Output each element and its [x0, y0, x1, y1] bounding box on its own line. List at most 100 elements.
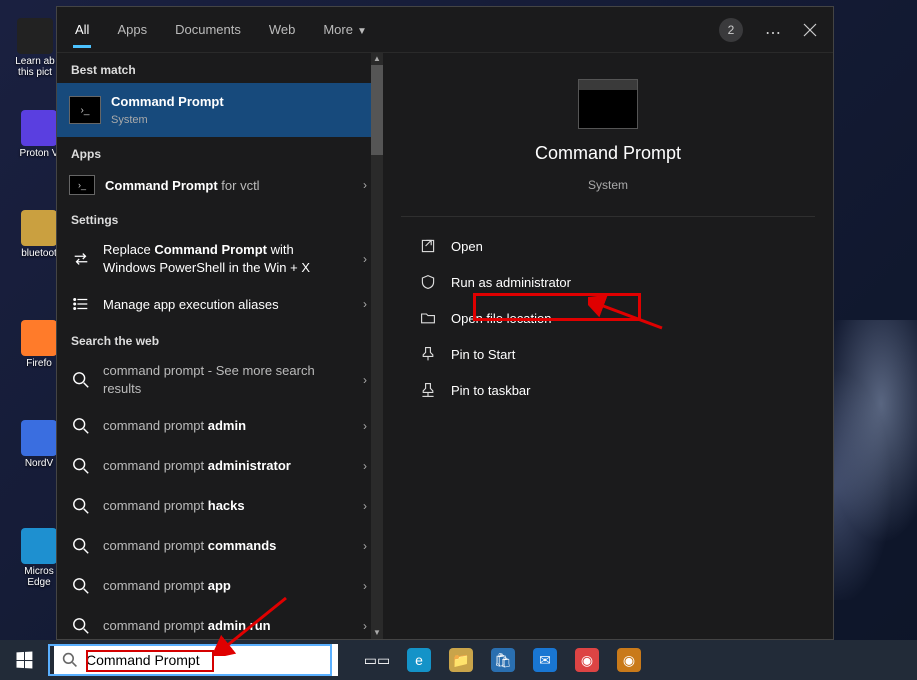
preview-action-open-file-location[interactable]: Open file location	[409, 301, 807, 335]
best-match-title: Command Prompt	[111, 94, 224, 109]
web-result[interactable]: command prompt commands ›	[57, 526, 383, 566]
folder-icon	[419, 309, 437, 327]
result-label: command prompt app	[103, 577, 349, 595]
preview-action-run-as-administrator[interactable]: Run as administrator	[409, 265, 807, 299]
chevron-right-icon[interactable]: ›	[359, 297, 371, 311]
app-result[interactable]: ›_ Command Prompt for vctl ›	[57, 167, 383, 203]
chevron-right-icon[interactable]: ›	[359, 579, 371, 593]
app-glyph-icon: 🛍	[491, 648, 515, 672]
desktop-icon-label: Learn ab this pict	[10, 56, 60, 78]
action-label: Open	[451, 239, 483, 254]
app-glyph-icon: ◉	[617, 648, 641, 672]
edge-icon[interactable]: e	[398, 640, 440, 680]
desktop-icon[interactable]: Learn ab this pict	[10, 18, 60, 78]
app-glyph-icon: ✉	[533, 648, 557, 672]
result-label: Command Prompt for vctl	[105, 177, 349, 195]
app-icon	[17, 18, 53, 54]
start-button[interactable]	[0, 640, 48, 680]
search-tab-more[interactable]: More▼	[309, 12, 381, 47]
search-tab-apps[interactable]: Apps	[103, 12, 161, 47]
app-icon	[21, 420, 57, 456]
search-tab-all[interactable]: All	[61, 12, 103, 47]
web-result[interactable]: command prompt - See more search results…	[57, 354, 383, 405]
best-match-result[interactable]: Command Prompt System	[57, 83, 383, 137]
web-result[interactable]: command prompt app ›	[57, 566, 383, 606]
chevron-right-icon[interactable]: ›	[359, 499, 371, 513]
settings-result[interactable]: Replace Command Prompt with Windows Powe…	[57, 233, 383, 284]
web-result[interactable]: command prompt administrator›	[57, 446, 383, 486]
preview-column: Command Prompt System Open Run as adminis…	[383, 53, 833, 639]
chrome-icon[interactable]: ◉	[566, 640, 608, 680]
search-icon	[69, 574, 93, 598]
search-input[interactable]	[86, 652, 330, 668]
app-glyph-icon: ◉	[575, 648, 599, 672]
search-tab-web[interactable]: Web	[255, 12, 310, 47]
web-result[interactable]: command prompt admin ›	[57, 406, 383, 446]
action-label: Pin to taskbar	[451, 383, 531, 398]
web-result[interactable]: command prompt admin run›	[57, 606, 383, 639]
result-label: command prompt commands	[103, 537, 349, 555]
chrome-canary-icon[interactable]: ◉	[608, 640, 650, 680]
section-header-best-match: Best match	[57, 53, 383, 83]
chevron-right-icon[interactable]: ›	[359, 419, 371, 433]
chevron-right-icon[interactable]: ›	[359, 252, 371, 266]
explorer-icon[interactable]: 📁	[440, 640, 482, 680]
app-icon	[21, 320, 57, 356]
result-label: command prompt - See more search results	[103, 362, 349, 397]
store-icon[interactable]: 🛍	[482, 640, 524, 680]
chevron-right-icon[interactable]: ›	[359, 539, 371, 553]
scroll-up-arrow[interactable]: ▲	[371, 53, 383, 65]
command-prompt-icon: ›_	[69, 175, 95, 195]
scroll-down-arrow[interactable]: ▼	[371, 627, 383, 639]
pin-start-icon	[419, 345, 437, 363]
preview-title: Command Prompt	[535, 143, 681, 164]
search-icon	[69, 614, 93, 638]
chevron-right-icon[interactable]: ›	[359, 459, 371, 473]
search-icon	[69, 494, 93, 518]
search-icon	[69, 534, 93, 558]
chevron-right-icon[interactable]: ›	[359, 178, 371, 192]
chevron-right-icon[interactable]: ›	[359, 373, 371, 387]
search-flyout: AllAppsDocumentsWebMore▼ 2 ⋯ Best match …	[56, 6, 834, 640]
taskbar-search-box[interactable]	[54, 644, 338, 676]
command-prompt-icon	[69, 96, 101, 124]
result-label: command prompt hacks	[103, 497, 349, 515]
result-label: Replace Command Prompt with Windows Powe…	[103, 241, 349, 276]
section-header-settings: Settings	[57, 203, 383, 233]
search-icon	[62, 652, 78, 668]
options-button[interactable]: ⋯	[755, 13, 789, 47]
section-header-apps: Apps	[57, 137, 383, 167]
scroll-thumb[interactable]	[371, 65, 383, 155]
preview-action-pin-to-start[interactable]: Pin to Start	[409, 337, 807, 371]
chevron-right-icon[interactable]: ›	[359, 619, 371, 633]
chevron-down-icon: ▼	[357, 26, 367, 37]
app-icon	[21, 528, 57, 564]
app-icon	[21, 210, 57, 246]
app-glyph-icon: 📁	[449, 648, 473, 672]
search-icon	[69, 454, 93, 478]
action-label: Pin to Start	[451, 347, 515, 362]
results-scrollbar[interactable]: ▲ ▼	[371, 53, 383, 639]
pin-task-icon	[419, 381, 437, 399]
search-tab-documents[interactable]: Documents	[161, 12, 255, 47]
swap-icon	[69, 247, 93, 271]
windows-logo-icon	[16, 652, 32, 669]
taskbar: ▭▭e 📁 🛍 ✉ ◉ ◉	[0, 640, 917, 680]
preview-action-pin-to-taskbar[interactable]: Pin to taskbar	[409, 373, 807, 407]
shield-icon	[419, 273, 437, 291]
best-match-subtitle: System	[111, 113, 371, 128]
recent-count-badge[interactable]: 2	[719, 18, 743, 42]
search-icon	[69, 414, 93, 438]
action-label: Run as administrator	[451, 275, 571, 290]
settings-result[interactable]: Manage app execution aliases›	[57, 284, 383, 324]
mail-icon[interactable]: ✉	[524, 640, 566, 680]
task-view-icon[interactable]: ▭▭	[356, 640, 398, 680]
app-icon	[21, 110, 57, 146]
search-tabs-bar: AllAppsDocumentsWebMore▼ 2 ⋯	[57, 7, 833, 53]
preview-subtitle: System	[588, 178, 628, 192]
preview-action-open[interactable]: Open	[409, 229, 807, 263]
web-result[interactable]: command prompt hacks ›	[57, 486, 383, 526]
close-button[interactable]	[793, 13, 827, 47]
result-label: command prompt admin	[103, 417, 349, 435]
action-label: Open file location	[451, 311, 551, 326]
